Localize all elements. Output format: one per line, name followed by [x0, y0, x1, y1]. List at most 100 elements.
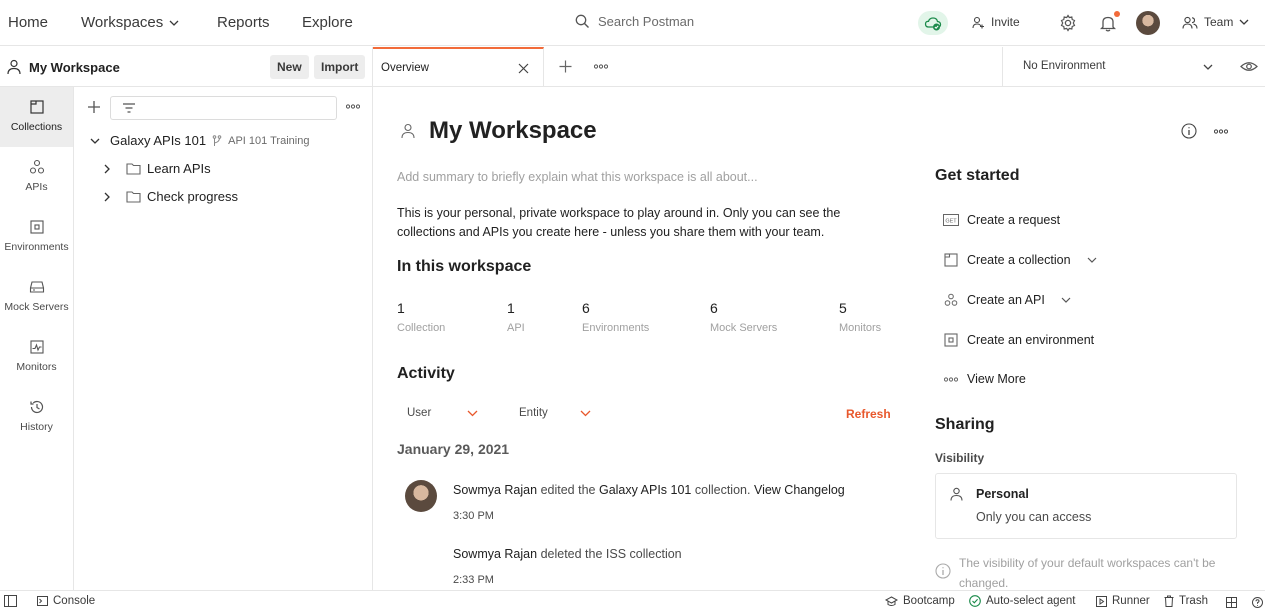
new-button[interactable]: New	[270, 55, 309, 79]
user-icon	[401, 123, 415, 139]
close-icon[interactable]	[518, 63, 529, 74]
tab-overview[interactable]: Overview	[373, 47, 544, 87]
nav-explore[interactable]: Explore	[302, 14, 353, 31]
stat-collections[interactable]: 1 Collection	[397, 300, 445, 334]
cloud-check-icon	[924, 17, 942, 31]
activity-time: 3:30 PM	[453, 510, 494, 522]
console-icon	[37, 596, 48, 606]
visibility-title: Personal	[976, 487, 1029, 501]
chevron-right-icon	[104, 164, 110, 173]
view-more-link[interactable]: View More	[943, 372, 1026, 386]
create-environment-link[interactable]: Create an environment	[943, 333, 1094, 347]
sidebar-item-apis[interactable]: APIs	[0, 147, 73, 207]
chevron-right-icon	[104, 192, 110, 201]
user-filter-dropdown[interactable]: User	[407, 407, 478, 419]
user-avatar[interactable]	[1136, 11, 1160, 35]
stat-label: Environments	[582, 322, 650, 334]
nav-workspaces[interactable]: Workspaces	[81, 14, 179, 31]
refresh-button[interactable]: Refresh	[846, 407, 891, 421]
activity-user[interactable]: Sowmya Rajan	[453, 547, 537, 561]
summary-input[interactable]: Add summary to briefly explain what this…	[397, 170, 758, 184]
notification-dot	[1114, 11, 1120, 17]
collection-item-galaxy[interactable]: Galaxy APIs 101 API 101 Training	[90, 133, 309, 148]
visibility-note: The visibility of your default workspace…	[959, 556, 1216, 590]
activity-entity[interactable]: Galaxy APIs 101	[599, 483, 691, 497]
nav-reports[interactable]: Reports	[217, 14, 270, 31]
invite-button[interactable]: Invite	[972, 15, 1020, 29]
activity-date: January 29, 2021	[397, 441, 510, 457]
sidebar-item-mock-servers[interactable]: Mock Servers	[0, 267, 73, 327]
new-tab-plus-icon[interactable]	[559, 60, 572, 73]
environment-selector[interactable]: No Environment	[1002, 47, 1232, 87]
visibility-card[interactable]: Personal Only you can access	[935, 473, 1237, 539]
stat-apis[interactable]: 1 API	[507, 300, 525, 334]
mock-servers-icon	[29, 281, 44, 293]
console-button[interactable]: Console	[37, 595, 95, 607]
runner-button[interactable]: Runner	[1096, 595, 1150, 607]
more-options-icon[interactable]	[1214, 129, 1228, 134]
entity-filter-dropdown[interactable]: Entity	[519, 407, 591, 419]
stat-mock-servers[interactable]: 6 Mock Servers	[710, 300, 777, 334]
invite-label: Invite	[991, 15, 1020, 29]
status-bar: Console Bootcamp Auto-select agent Runne…	[0, 590, 1265, 614]
bootcamp-button[interactable]: Bootcamp	[885, 595, 955, 607]
user-icon	[950, 487, 963, 501]
sidebar-item-label: Monitors	[16, 361, 57, 373]
activity-user[interactable]: Sowmya Rajan	[453, 483, 537, 497]
folder-item-check-progress[interactable]: Check progress	[102, 189, 238, 204]
trash-button[interactable]: Trash	[1164, 595, 1208, 607]
search-placeholder: Search Postman	[598, 14, 695, 29]
eye-icon[interactable]	[1240, 60, 1258, 73]
workspace-title[interactable]: My Workspace	[29, 60, 120, 75]
create-request-link[interactable]: GET Create a request	[943, 213, 1060, 227]
view-changelog-link[interactable]: View Changelog	[754, 483, 845, 497]
sync-status-button[interactable]	[918, 11, 948, 35]
info-icon[interactable]	[1181, 123, 1197, 139]
info-icon	[935, 563, 951, 579]
stat-monitors[interactable]: 5 Monitors	[839, 300, 881, 334]
sidebar-item-history[interactable]: History	[0, 387, 73, 447]
workspace-description[interactable]: This is your personal, private workspace…	[397, 204, 867, 242]
fork-label: API 101 Training	[228, 134, 310, 147]
tab-more-options-icon[interactable]	[594, 64, 608, 69]
chevron-down-icon[interactable]	[1087, 255, 1097, 265]
tab-bar: Overview No Environment	[373, 47, 1265, 87]
page-title[interactable]: My Workspace	[429, 117, 597, 145]
help-icon[interactable]	[1252, 597, 1263, 608]
add-user-icon	[972, 16, 984, 28]
layout-toggle-icon[interactable]	[1226, 597, 1237, 608]
stat-count: 1	[397, 300, 405, 316]
visibility-label: Visibility	[935, 451, 985, 465]
nav-home[interactable]: Home	[8, 14, 48, 31]
sidebar-toggle-icon	[4, 595, 17, 607]
team-menu[interactable]: Team	[1182, 15, 1249, 29]
settings-gear-icon[interactable]	[1059, 14, 1077, 32]
stat-environments[interactable]: 6 Environments	[582, 300, 649, 334]
sidebar-item-environments[interactable]: Environments	[0, 207, 73, 267]
filter-collections-input[interactable]	[110, 96, 337, 120]
svg-text:GET: GET	[945, 218, 957, 224]
toggle-sidebar-button[interactable]	[4, 595, 17, 607]
sidebar-item-collections[interactable]: Collections	[0, 87, 73, 147]
create-collection-link[interactable]: Create a collection	[943, 253, 1097, 267]
sidebar-item-monitors[interactable]: Monitors	[0, 327, 73, 387]
create-collection-label: Create a collection	[967, 253, 1071, 267]
folder-item-learn-apis[interactable]: Learn APIs	[102, 161, 211, 176]
visibility-description: Only you can access	[976, 510, 1092, 524]
create-api-link[interactable]: Create an API	[943, 293, 1071, 307]
notifications-bell-icon[interactable]	[1100, 14, 1116, 32]
create-api-label: Create an API	[967, 293, 1045, 307]
search-icon	[575, 14, 589, 28]
import-button[interactable]: Import	[314, 55, 366, 79]
activity-time: 2:33 PM	[453, 574, 494, 586]
search-input[interactable]: Search Postman	[575, 14, 694, 29]
auto-select-agent-button[interactable]: Auto-select agent	[969, 595, 1076, 607]
entity-filter-label: Entity	[519, 407, 548, 419]
auto-select-label: Auto-select agent	[986, 595, 1076, 607]
more-options-icon[interactable]	[346, 104, 360, 109]
stat-count: 6	[710, 300, 718, 316]
chevron-down-icon	[467, 410, 478, 417]
chevron-down-icon[interactable]	[1061, 295, 1071, 305]
add-collection-plus-icon[interactable]	[87, 100, 101, 114]
nav-workspaces-label: Workspaces	[81, 14, 164, 31]
